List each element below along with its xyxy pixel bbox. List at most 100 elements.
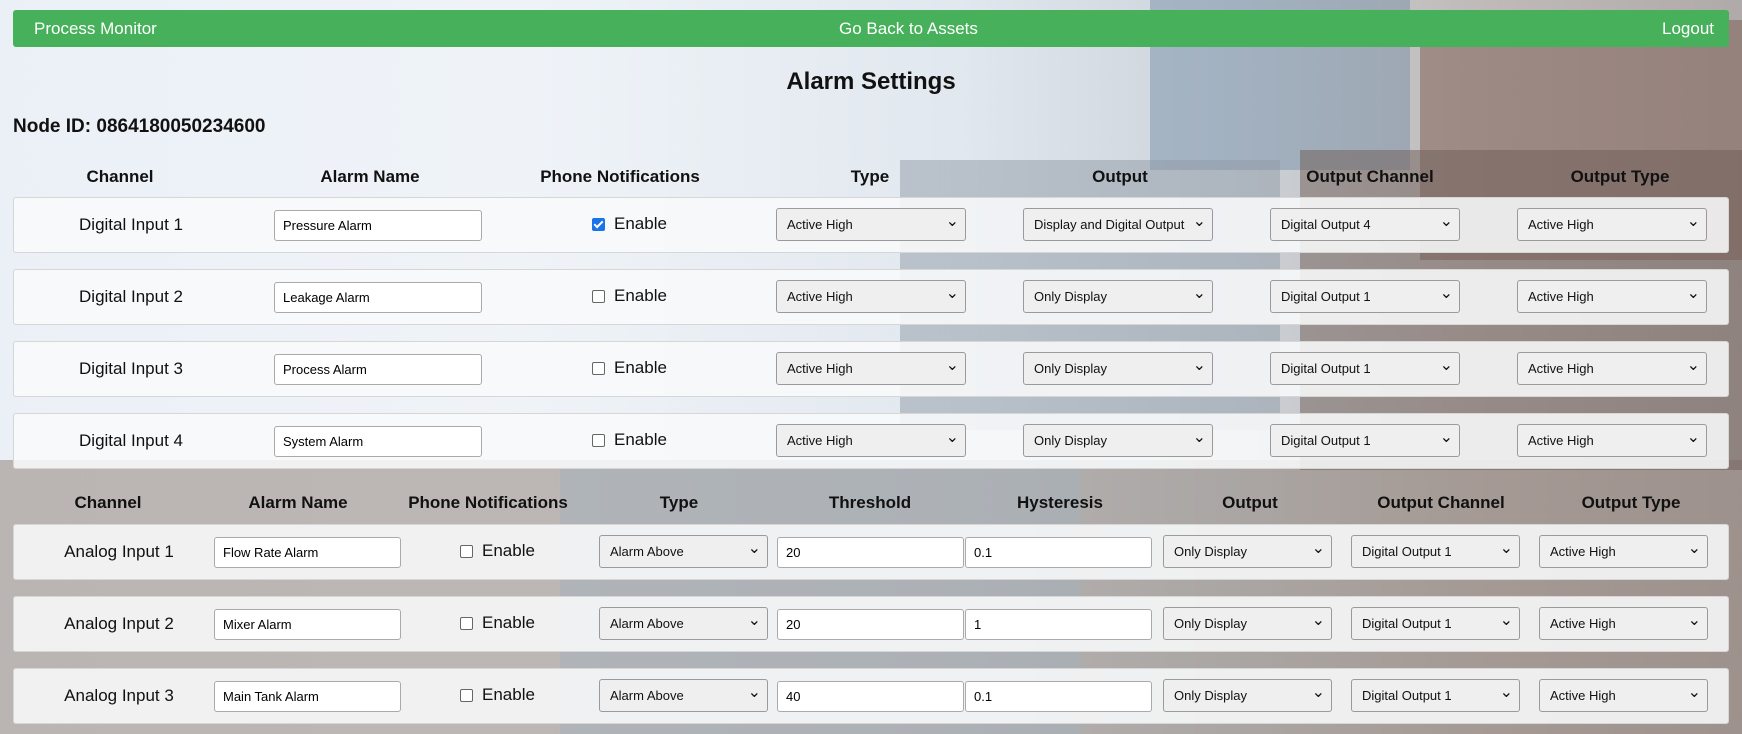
phone-notifications-toggle[interactable]: Enable	[592, 286, 667, 306]
phone-notification-checkbox[interactable]	[592, 217, 605, 231]
phone-notifications-toggle[interactable]: Enable	[592, 430, 667, 450]
threshold-input[interactable]	[777, 681, 964, 712]
alarm-name-input[interactable]	[274, 282, 482, 313]
output-type-select[interactable]: Active High ⌄	[1539, 535, 1708, 568]
output-select[interactable]: Only Display ⌄	[1023, 280, 1213, 313]
type-select-value: Alarm Above	[610, 688, 684, 703]
output-channel-select-value: Digital Output 1	[1281, 433, 1371, 448]
output-channel-select[interactable]: Digital Output 1 ⌄	[1270, 352, 1460, 385]
output-channel-select-value: Digital Output 1	[1362, 688, 1452, 703]
page-title: Alarm Settings	[786, 68, 956, 95]
digital-alarm-row: Digital Input 4 Enable Active High⌄ Only Di…	[13, 413, 1729, 469]
enable-label: Enable	[614, 358, 667, 377]
output-channel-select[interactable]: Digital Output 1 ⌄	[1351, 679, 1520, 712]
output-type-select[interactable]: Active High ⌄	[1517, 352, 1707, 385]
output-select[interactable]: Only Display ⌄	[1163, 535, 1332, 568]
output-select-value: Only Display	[1174, 616, 1247, 631]
output-type-select[interactable]: Active High ⌄	[1517, 208, 1707, 241]
alarm-name-input[interactable]	[274, 354, 482, 385]
alarm-name-input[interactable]	[214, 537, 401, 568]
output-channel-select[interactable]: Digital Output 1 ⌄	[1270, 280, 1460, 313]
alarm-name-input[interactable]	[214, 609, 401, 640]
phone-notification-checkbox[interactable]	[592, 289, 605, 303]
channel-label: Digital Input 3	[79, 359, 183, 378]
threshold-input[interactable]	[777, 537, 964, 568]
output-select[interactable]: Only Display ⌄	[1163, 679, 1332, 712]
type-select-value: Active High	[787, 361, 853, 376]
type-select[interactable]: Active High ⌄	[776, 352, 966, 385]
hysteresis-input[interactable]	[965, 681, 1152, 712]
digital-alarm-row: Digital Input 2EnableActive High⌄Only Di…	[13, 269, 1729, 325]
output-select-value: Display and Digital Output	[1034, 217, 1185, 232]
channel-label: Analog Input 3	[64, 686, 174, 705]
channel-label: Digital Input 4	[79, 431, 183, 450]
output-type-select[interactable]: Active High ⌄	[1517, 424, 1707, 457]
threshold-input[interactable]	[777, 609, 964, 640]
chevron-down-icon: ⌄	[1439, 357, 1453, 374]
type-select[interactable]: Alarm Above ⌄	[599, 679, 768, 712]
output-channel-select-value: Digital Output 1	[1362, 544, 1452, 559]
analog-header-output-type: Output Type	[1581, 493, 1681, 512]
enable-label: Enable	[482, 685, 535, 704]
chevron-down-icon: ⌄	[1499, 684, 1513, 701]
phone-notifications-toggle[interactable]: Enable	[460, 613, 535, 633]
digital-header-output-type: Output Type	[1570, 167, 1670, 186]
output-select-value: Only Display	[1174, 688, 1247, 703]
phone-notifications-toggle[interactable]: Enable	[460, 685, 535, 705]
chevron-down-icon: ⌄	[1687, 540, 1701, 557]
hysteresis-input[interactable]	[965, 537, 1152, 568]
type-select[interactable]: Alarm Above ⌄	[599, 535, 768, 568]
logout-link[interactable]: Logout	[1662, 19, 1714, 39]
output-channel-select[interactable]: Digital Output 1 ⌄	[1351, 535, 1520, 568]
output-type-select[interactable]: Active High ⌄	[1539, 679, 1708, 712]
output-select[interactable]: Only Display ⌄	[1023, 352, 1213, 385]
phone-notification-checkbox[interactable]	[592, 361, 605, 375]
type-select-value: Alarm Above	[610, 544, 684, 559]
output-type-select-value: Active High	[1550, 616, 1616, 631]
chevron-down-icon: ⌄	[1192, 429, 1206, 446]
phone-notification-checkbox[interactable]	[460, 688, 473, 702]
digital-alarm-row: Digital Input 3 Enable Active High ⌄ Only Di…	[13, 341, 1729, 397]
output-channel-select-value: Digital Output 1	[1281, 361, 1371, 376]
phone-notification-checkbox[interactable]	[592, 433, 605, 447]
chevron-down-icon: ⌄	[1499, 540, 1513, 557]
output-channel-select[interactable]: Digital Output 1 ⌄	[1351, 607, 1520, 640]
phone-notification-checkbox[interactable]	[460, 616, 473, 630]
back-to-assets-link[interactable]: Go Back to Assets	[839, 19, 978, 39]
chevron-down-icon: ⌄	[945, 357, 959, 374]
output-channel-select-value: Digital Output 4	[1281, 217, 1371, 232]
analog-alarm-row: Analog Input 1EnableAlarm Above⌄Only Dis…	[13, 524, 1729, 580]
phone-notifications-toggle[interactable]: Enable	[592, 358, 667, 378]
chevron-down-icon: ⌄	[945, 213, 959, 230]
output-type-select[interactable]: Active High ⌄	[1517, 280, 1707, 313]
chevron-down-icon: ⌄	[1686, 357, 1700, 374]
alarm-name-input[interactable]	[274, 426, 482, 457]
output-select-value: Only Display	[1034, 361, 1107, 376]
output-channel-select[interactable]: Digital Output 1 ⌄	[1270, 424, 1460, 457]
output-select-value: Only Display	[1034, 433, 1107, 448]
type-select[interactable]: Alarm Above ⌄	[599, 607, 768, 640]
chevron-down-icon: ⌄	[1686, 429, 1700, 446]
enable-label: Enable	[614, 214, 667, 233]
type-select[interactable]: Active High ⌄	[776, 208, 966, 241]
output-type-select[interactable]: Active High ⌄	[1539, 607, 1708, 640]
output-select[interactable]: Only Display ⌄	[1023, 424, 1213, 457]
phone-notification-checkbox[interactable]	[460, 544, 473, 558]
phone-notifications-toggle[interactable]: Enable	[592, 214, 667, 234]
hysteresis-input[interactable]	[965, 609, 1152, 640]
analog-alarm-row: Analog Input 2EnableAlarm Above⌄Only Dis…	[13, 596, 1729, 652]
enable-label: Enable	[614, 286, 667, 305]
output-type-select-value: Active High	[1550, 544, 1616, 559]
type-select-value: Active High	[787, 217, 853, 232]
chevron-down-icon: ⌄	[1499, 612, 1513, 629]
output-select[interactable]: Only Display ⌄	[1163, 607, 1332, 640]
type-select[interactable]: Active High ⌄	[776, 424, 966, 457]
type-select[interactable]: Active High ⌄	[776, 280, 966, 313]
brand-link[interactable]: Process Monitor	[34, 19, 157, 39]
chevron-down-icon: ⌄	[1686, 285, 1700, 302]
phone-notifications-toggle[interactable]: Enable	[460, 541, 535, 561]
alarm-name-input[interactable]	[214, 681, 401, 712]
output-select[interactable]: Display and Digital Output ⌄	[1023, 208, 1213, 241]
output-channel-select[interactable]: Digital Output 4 ⌄	[1270, 208, 1460, 241]
alarm-name-input[interactable]	[274, 210, 482, 241]
